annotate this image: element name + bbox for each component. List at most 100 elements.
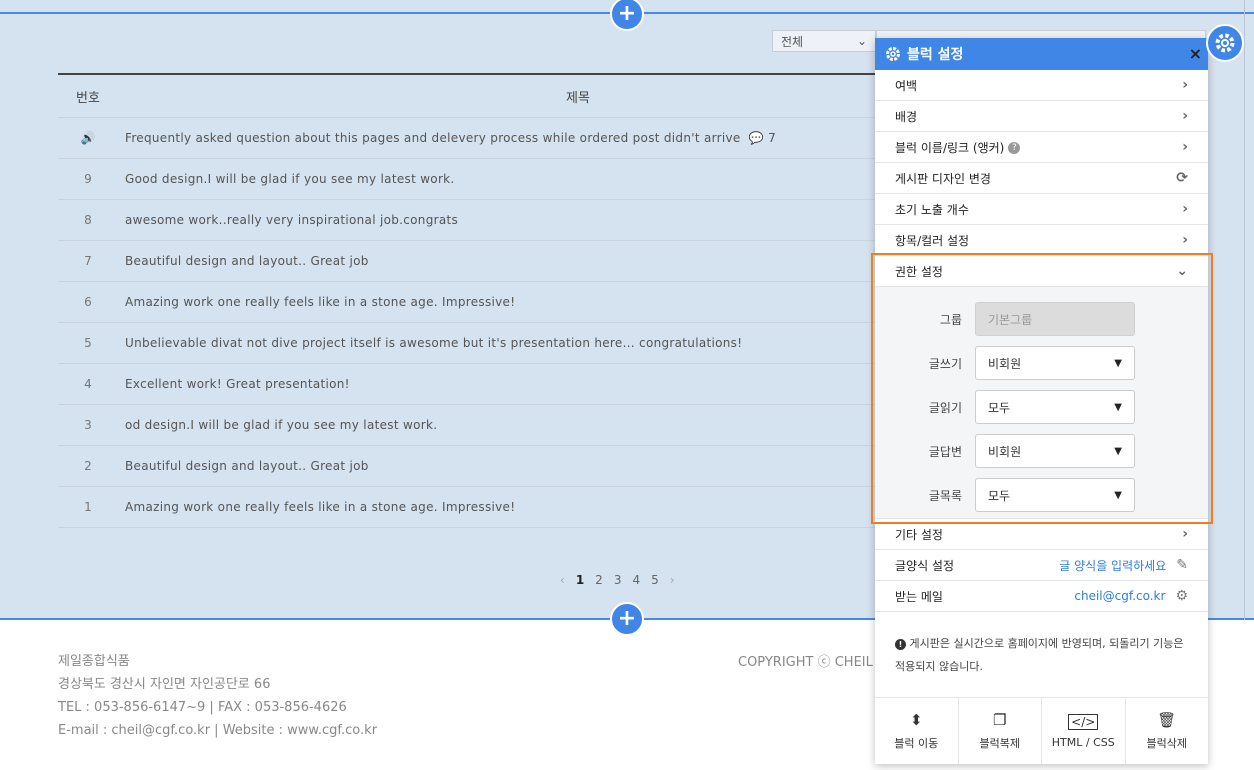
chevron-right-icon: › — [1182, 232, 1188, 248]
notice-icon: 🔊 — [80, 131, 96, 145]
perm-read-value: 모두 — [988, 400, 1011, 415]
menu-label: 항목/컬러 설정 — [895, 233, 970, 248]
perm-write-row: 글쓰기 비회원 ▼ — [875, 341, 1208, 385]
panel-header: 블럭 설정 × — [875, 38, 1208, 70]
perm-reply-row: 글답변 비회원 ▼ — [875, 429, 1208, 473]
menu-label: 받는 메일 — [895, 589, 943, 604]
chevron-right-icon: › — [1182, 77, 1188, 93]
menu-label: 권한 설정 — [895, 264, 943, 279]
perm-read-label: 글읽기 — [928, 400, 962, 415]
permissions-section: 그룹 기본그룹 글쓰기 비회원 ▼ 글읽기 모두 ▼ 글답변 비회원 ▼ 글목록 모두… — [875, 287, 1208, 519]
chevron-right-icon: › — [1182, 108, 1188, 124]
format-link[interactable]: 글 양식을 입력하세요 — [1059, 557, 1166, 574]
menu-anchor[interactable]: 블럭 이름/링크 (앵커)? › — [875, 132, 1208, 163]
perm-read-select[interactable]: 모두 ▼ — [975, 390, 1135, 424]
move-icon: ⬍ — [909, 711, 923, 729]
menu-label: 초기 노출 개수 — [895, 202, 969, 217]
menu-label: 기타 설정 — [895, 527, 943, 542]
pencil-icon[interactable]: ✎ — [1176, 557, 1188, 573]
row-num: 7 — [84, 254, 92, 268]
menu-item-color[interactable]: 항목/컬러 설정 › — [875, 225, 1208, 256]
notice-text: 게시판은 실시간으로 홈페이지에 반영되며, 되돌리기 기능은 적용되지 않습니… — [895, 637, 1184, 673]
add-block-below-button[interactable]: + — [610, 602, 644, 636]
menu-label: 글양식 설정 — [895, 558, 955, 573]
perm-group-value: 기본그룹 — [988, 312, 1033, 327]
settings-gear-button[interactable] — [1206, 24, 1244, 62]
html-css-button[interactable]: </> HTML / CSS — [1042, 698, 1126, 764]
next-page-button[interactable]: › — [670, 573, 675, 587]
perm-write-select[interactable]: 비회원 ▼ — [975, 346, 1135, 380]
page-4[interactable]: 4 — [632, 573, 640, 587]
info-icon: ! — [895, 639, 906, 650]
company-address: 경상북도 경산시 자인면 자인공단로 66 — [58, 677, 271, 692]
filter-select-value: 전체 — [781, 34, 804, 49]
panel-title: 블럭 설정 — [907, 47, 964, 63]
page-2[interactable]: 2 — [595, 573, 603, 587]
perm-list-row: 글목록 모두 ▼ — [875, 473, 1208, 517]
row-num: 1 — [84, 500, 92, 514]
caret-down-icon: ▼ — [1114, 401, 1122, 413]
mail-link[interactable]: cheil@cgf.co.kr — [1074, 589, 1165, 603]
copy-block-button[interactable]: ❐ 블럭복제 — [959, 698, 1042, 764]
page-1[interactable]: 1 — [576, 573, 584, 587]
help-icon[interactable]: ? — [1008, 142, 1021, 154]
page-3[interactable]: 3 — [614, 573, 622, 587]
search-filter-select[interactable]: 전체 ⌄ — [772, 30, 876, 52]
chevron-right-icon: › — [1182, 526, 1188, 542]
menu-other-settings[interactable]: 기타 설정 › — [875, 519, 1208, 550]
perm-reply-label: 글답변 — [928, 444, 962, 459]
perm-list-label: 글목록 — [928, 488, 962, 503]
chevron-right-icon: › — [1182, 139, 1188, 155]
block-settings-panel: 블럭 설정 × 여백 › 배경 › 블럭 이름/링크 (앵커)? › 게시판 디자인 … — [875, 38, 1208, 764]
plus-icon: + — [617, 606, 637, 631]
prev-page-button[interactable]: ‹ — [560, 573, 565, 587]
post-title[interactable]: Frequently asked question about this pag… — [125, 131, 741, 145]
code-file-icon: </> — [1068, 713, 1099, 730]
row-num: 6 — [84, 295, 92, 309]
notice-box: ! 게시판은 실시간으로 홈페이지에 반영되며, 되돌리기 기능은 적용되지 않… — [875, 612, 1208, 698]
chevron-down-icon: ⌄ — [856, 34, 867, 48]
close-icon[interactable]: × — [1189, 44, 1202, 63]
action-label: 블럭복제 — [979, 737, 1020, 750]
action-label: HTML / CSS — [1051, 735, 1115, 749]
perm-list-value: 모두 — [988, 488, 1011, 503]
menu-board-design[interactable]: 게시판 디자인 변경 ⟳ — [875, 163, 1208, 194]
page-5[interactable]: 5 — [651, 573, 659, 587]
action-label: 블럭 이동 — [894, 737, 939, 750]
perm-group-row: 그룹 기본그룹 — [875, 297, 1208, 341]
refresh-icon: ⟳ — [1176, 170, 1188, 186]
caret-down-icon: ▼ — [1114, 489, 1122, 501]
gear-icon — [886, 47, 900, 61]
action-label: 블럭삭제 — [1146, 737, 1187, 750]
row-num: 2 — [84, 459, 92, 473]
comment-count: 7 — [768, 131, 777, 145]
comment-icon: 💬 — [748, 131, 764, 145]
perm-write-value: 비회원 — [988, 356, 1022, 371]
menu-label: 게시판 디자인 변경 — [895, 171, 991, 186]
chevron-right-icon: › — [1182, 201, 1188, 217]
caret-down-icon: ▼ — [1114, 357, 1122, 369]
menu-background[interactable]: 배경 › — [875, 101, 1208, 132]
menu-label: 배경 — [895, 109, 918, 124]
row-num: 9 — [84, 172, 92, 186]
column-header-num: 번호 — [76, 90, 100, 106]
perm-reply-select[interactable]: 비회원 ▼ — [975, 434, 1135, 468]
gear-icon — [1215, 33, 1235, 53]
copy-icon: ❐ — [993, 711, 1007, 729]
menu-margin[interactable]: 여백 › — [875, 70, 1208, 101]
plus-icon: + — [617, 1, 637, 26]
caret-down-icon: ▼ — [1114, 445, 1122, 457]
perm-list-select[interactable]: 모두 ▼ — [975, 478, 1135, 512]
menu-label: 여백 — [895, 78, 918, 93]
menu-initial-count[interactable]: 초기 노출 개수 › — [875, 194, 1208, 225]
delete-block-button[interactable]: 🗑 블럭삭제 — [1126, 698, 1209, 764]
perm-group-label: 그룹 — [939, 312, 962, 327]
row-num: 8 — [84, 213, 92, 227]
menu-format-settings[interactable]: 글양식 설정 글 양식을 입력하세요 ✎ — [875, 550, 1208, 581]
menu-receive-mail[interactable]: 받는 메일 cheil@cgf.co.kr ⚙ — [875, 581, 1208, 612]
perm-reply-value: 비회원 — [988, 444, 1022, 459]
move-block-button[interactable]: ⬍ 블럭 이동 — [875, 698, 959, 764]
menu-permissions[interactable]: 권한 설정 ⌄ — [875, 256, 1208, 287]
gear-icon[interactable]: ⚙ — [1175, 588, 1188, 604]
company-phone: TEL : 053-856-6147~9 | FAX : 053-856-462… — [58, 700, 347, 715]
